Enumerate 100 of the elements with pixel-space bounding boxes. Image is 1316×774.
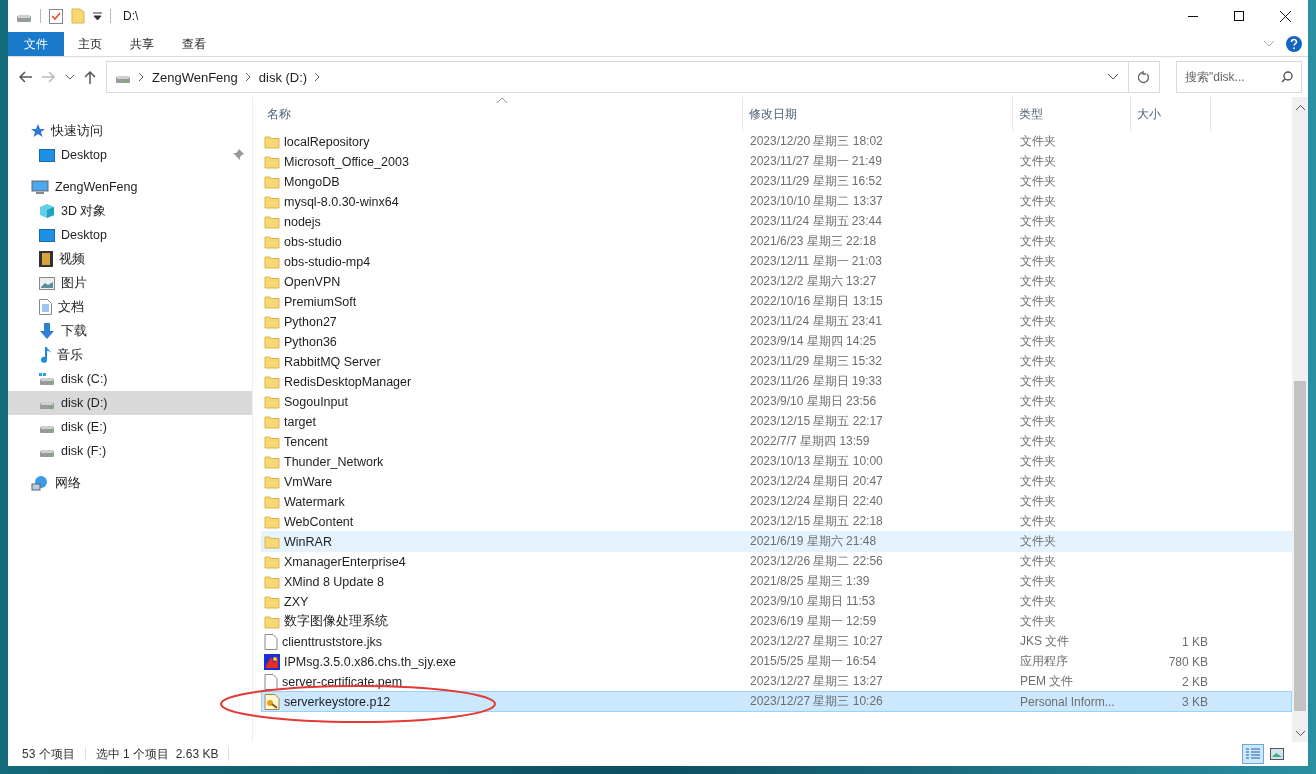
file-name: localRepository <box>284 134 370 149</box>
file-row[interactable]: OpenVPN 2023/12/2 星期六 13:27 文件夹 <box>261 271 1292 292</box>
file-row[interactable]: SogouInput 2023/9/10 星期日 23:56 文件夹 <box>261 391 1292 412</box>
ribbon-tab[interactable]: 文件 <box>8 32 64 56</box>
ribbon-tab[interactable]: 查看 <box>168 32 220 56</box>
help-icon[interactable] <box>1286 36 1302 52</box>
file-row[interactable]: 数字图像处理系统 2023/6/19 星期一 12:59 文件夹 <box>261 611 1292 632</box>
file-type: 文件夹 <box>1019 373 1057 390</box>
file-row[interactable]: Python27 2023/11/24 星期五 23:41 文件夹 <box>261 311 1292 332</box>
sidebar-item[interactable]: 网络 <box>8 471 252 495</box>
file-row[interactable]: clienttruststore.jks 2023/12/27 星期三 10:27 JKS 文件 1 KB <box>261 631 1292 652</box>
file-row[interactable]: Thunder_Network 2023/10/13 星期五 10:00 文件夹 <box>261 451 1292 472</box>
modified-date: 2023/10/10 星期二 13:37 <box>749 193 884 210</box>
chevron-right-icon[interactable] <box>139 73 144 81</box>
breadcrumb[interactable]: ZengWenFeng <box>152 69 238 85</box>
pin-icon[interactable] <box>232 149 244 161</box>
folder-icon <box>264 434 280 449</box>
properties-icon[interactable] <box>49 8 63 24</box>
music-note-icon <box>39 347 51 363</box>
search-field[interactable]: 搜索"disk... <box>1176 61 1302 93</box>
sidebar-item[interactable]: 音乐 <box>8 343 252 367</box>
column-header[interactable]: 类型 <box>1013 97 1131 131</box>
sidebar-item[interactable]: 文档 <box>8 295 252 319</box>
folder-icon <box>264 334 280 349</box>
folder-icon <box>264 534 280 549</box>
file-row[interactable]: Tencent 2022/7/7 星期四 13:59 文件夹 <box>261 431 1292 452</box>
file-size: 3 KB <box>1181 694 1209 709</box>
file-type: 文件夹 <box>1019 573 1057 590</box>
sidebar-item[interactable]: Desktop <box>8 143 252 167</box>
folder-icon <box>264 354 280 369</box>
sidebar-item[interactable]: 图片 <box>8 271 252 295</box>
file-row[interactable]: obs-studio-mp4 2023/12/11 星期一 21:03 文件夹 <box>261 251 1292 272</box>
sidebar-item[interactable]: ZengWenFeng <box>8 175 252 199</box>
file-type: 文件夹 <box>1019 233 1057 250</box>
sidebar-item[interactable]: 视频 <box>8 247 252 271</box>
modified-date: 2023/12/11 星期一 21:03 <box>749 253 883 270</box>
refresh-icon[interactable] <box>1138 70 1150 84</box>
chevron-right-icon[interactable] <box>245 73 251 81</box>
up-arrow-icon[interactable] <box>84 70 96 84</box>
file-row[interactable]: RedisDesktopManager 2023/11/26 星期日 19:33 文件夹 <box>261 371 1292 392</box>
file-row[interactable]: PremiumSoft 2022/10/16 星期日 13:15 文件夹 <box>261 291 1292 312</box>
modified-date: 2023/10/13 星期五 10:00 <box>749 453 884 470</box>
sidebar-item[interactable]: 3D 对象 <box>8 199 252 223</box>
file-row[interactable]: localRepository 2023/12/20 星期三 18:02 文件夹 <box>261 131 1292 152</box>
file-row[interactable]: MongoDB 2023/11/29 星期三 16:52 文件夹 <box>261 171 1292 192</box>
chevron-down-icon[interactable] <box>1108 74 1118 80</box>
scroll-down-icon[interactable] <box>1295 731 1305 736</box>
refresh-button[interactable] <box>1129 61 1160 93</box>
file-type: 文件夹 <box>1019 453 1057 470</box>
file-row[interactable]: server-certificate.pem 2023/12/27 星期三 13:27 PEM 文件 2 KB <box>261 671 1292 692</box>
file-row[interactable]: XMind 8 Update 8 2021/8/25 星期三 1:39 文件夹 <box>261 571 1292 592</box>
file-row[interactable]: Microsoft_Office_2003 2023/11/27 星期一 21:49 文件夹 <box>261 151 1292 172</box>
file-row[interactable]: nodejs 2023/11/24 星期五 23:44 文件夹 <box>261 211 1292 232</box>
file-name: XmanagerEnterprise4 <box>284 554 406 569</box>
file-row[interactable]: XmanagerEnterprise4 2023/12/26 星期二 22:56 文件夹 <box>261 551 1292 572</box>
address-bar[interactable]: ZengWenFeng disk (D:) <box>106 61 1129 93</box>
scrollbar[interactable] <box>1292 97 1308 742</box>
file-row[interactable]: Watermark 2023/12/24 星期日 22:40 文件夹 <box>261 491 1292 512</box>
dropdown-icon[interactable] <box>93 12 102 20</box>
file-row[interactable]: IPMsg.3.5.0.x86.chs.th_sjy.exe 2015/5/25 星期一 16:54 应用程序 780 KB <box>261 651 1292 672</box>
sidebar-item[interactable]: 下载 <box>8 319 252 343</box>
sidebar-item[interactable]: 快速访问 <box>8 119 252 143</box>
breadcrumb[interactable]: disk (D:) <box>258 69 308 85</box>
file-name: VmWare <box>284 474 333 489</box>
back-icon[interactable] <box>18 71 32 83</box>
column-header[interactable]: 大小 <box>1131 97 1211 131</box>
ribbon-tab[interactable]: 主页 <box>64 32 116 56</box>
file-row[interactable]: Python36 2023/9/14 星期四 14:25 文件夹 <box>261 331 1292 352</box>
sidebar-item[interactable]: disk (F:) <box>8 439 252 463</box>
column-header[interactable]: 修改日期 <box>743 97 1013 131</box>
file-row[interactable]: ZXY 2023/9/10 星期日 11:53 文件夹 <box>261 591 1292 612</box>
chevron-right-icon[interactable] <box>315 73 321 81</box>
ribbon-tab[interactable]: 共享 <box>116 32 168 56</box>
modified-date: 2023/12/27 星期三 10:27 <box>749 633 884 650</box>
modified-date: 2023/11/26 星期日 19:33 <box>749 373 883 390</box>
file-row[interactable]: serverkeystore.p12 2023/12/27 星期三 10:26 Personal Inform... 3 KB <box>261 691 1292 712</box>
modified-date: 2021/8/25 星期三 1:39 <box>749 573 871 590</box>
modified-date: 2023/12/27 星期三 13:27 <box>749 673 884 690</box>
column-header[interactable]: 名称 <box>261 97 743 131</box>
maximize-icon[interactable] <box>1234 11 1244 21</box>
modified-date: 2023/11/29 星期三 16:52 <box>749 173 883 190</box>
file-type: 文件夹 <box>1019 133 1057 150</box>
file-row[interactable]: mysql-8.0.30-winx64 2023/10/10 星期二 13:37 文件夹 <box>261 191 1292 212</box>
file-row[interactable]: WebContent 2023/12/15 星期五 22:18 文件夹 <box>261 511 1292 532</box>
document-icon <box>39 299 52 315</box>
sidebar-item[interactable]: Desktop <box>8 223 252 247</box>
file-row[interactable]: RabbitMQ Server 2023/11/29 星期三 15:32 文件夹 <box>261 351 1292 372</box>
scroll-up-icon[interactable] <box>1295 105 1305 110</box>
file-row[interactable]: obs-studio 2021/6/23 星期三 22:18 文件夹 <box>261 231 1292 252</box>
file-row[interactable]: VmWare 2023/12/24 星期日 20:47 文件夹 <box>261 471 1292 492</box>
minimize-icon[interactable] <box>1188 15 1198 17</box>
sidebar-item[interactable]: disk (E:) <box>8 415 252 439</box>
file-row[interactable]: target 2023/12/15 星期五 22:17 文件夹 <box>261 411 1292 432</box>
sort-up-icon <box>497 97 507 103</box>
sidebar-item[interactable]: disk (C:) <box>8 367 252 391</box>
chevron-down-icon[interactable] <box>66 74 74 80</box>
modified-date: 2023/12/15 星期五 22:18 <box>749 513 884 530</box>
file-row[interactable]: WinRAR 2021/6/19 星期六 21:48 文件夹 <box>261 531 1292 552</box>
sidebar-item[interactable]: disk (D:) <box>8 391 252 415</box>
close-icon[interactable] <box>1279 10 1291 22</box>
